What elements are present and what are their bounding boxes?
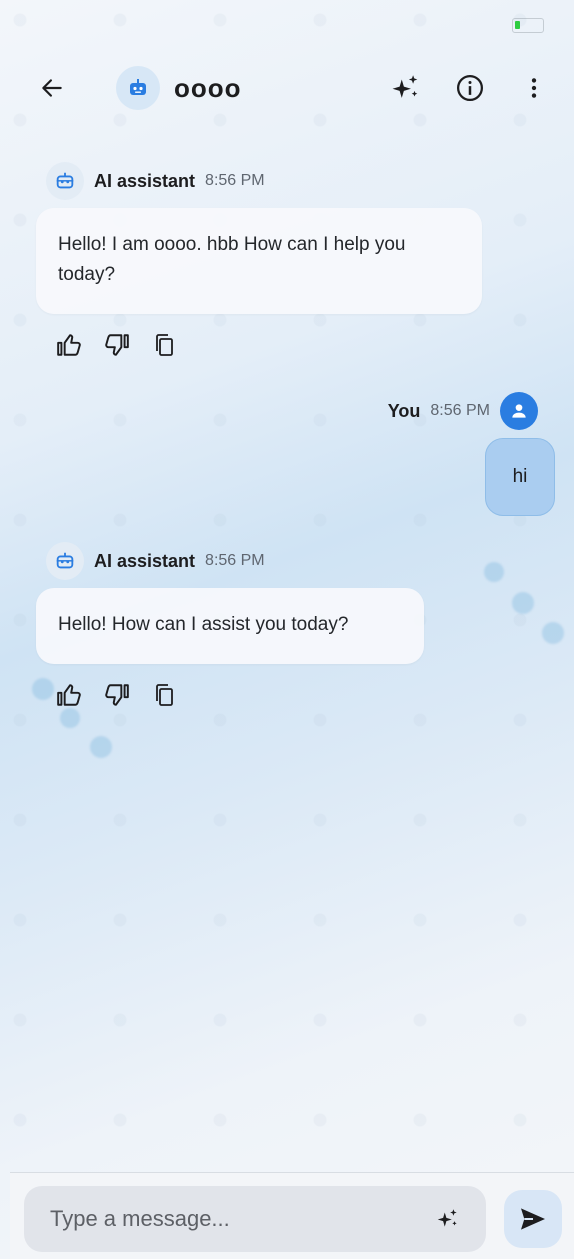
message-input[interactable] bbox=[48, 1205, 434, 1233]
message-header: AI assistant 8:56 PM bbox=[46, 542, 265, 580]
assistant-message-bubble: Hello! I am oooo. hbb How can I help you… bbox=[36, 208, 482, 314]
send-icon bbox=[521, 1208, 545, 1230]
more-vert-icon bbox=[531, 78, 537, 98]
like-button[interactable] bbox=[56, 332, 82, 358]
status-bar bbox=[0, 0, 574, 50]
assistant-avatar bbox=[46, 542, 84, 580]
copy-button[interactable] bbox=[152, 682, 178, 708]
info-button[interactable] bbox=[448, 66, 492, 110]
info-icon bbox=[457, 75, 483, 101]
robot-icon bbox=[56, 552, 74, 569]
app-bar: oooo bbox=[0, 52, 574, 124]
sparkle-button[interactable] bbox=[384, 66, 428, 110]
app-bar-actions bbox=[384, 66, 556, 110]
background-dot bbox=[90, 736, 112, 758]
assistant-message-bubble: Hello! How can I assist you today? bbox=[36, 588, 424, 664]
dislike-button[interactable] bbox=[104, 332, 130, 358]
message-header: You 8:56 PM bbox=[388, 392, 538, 430]
arrow-left-icon bbox=[42, 79, 62, 97]
ai-suggest-button[interactable] bbox=[434, 1205, 462, 1233]
chat-title: oooo bbox=[174, 72, 242, 103]
status-icons bbox=[512, 17, 544, 33]
user-message-bubble: hi bbox=[485, 438, 555, 516]
message-time: 8:56 PM bbox=[205, 552, 265, 569]
message-header: AI assistant 8:56 PM bbox=[46, 162, 265, 200]
sparkle-icon bbox=[392, 75, 418, 98]
robot-icon bbox=[56, 172, 74, 189]
thumb-up-icon bbox=[57, 684, 81, 706]
user-avatar bbox=[500, 392, 538, 430]
message-input-container bbox=[24, 1186, 486, 1252]
background-dot bbox=[32, 678, 54, 700]
message-actions bbox=[56, 682, 178, 708]
back-button[interactable] bbox=[30, 66, 74, 110]
thumb-up-icon bbox=[57, 334, 81, 356]
person-icon bbox=[512, 404, 526, 418]
message-time: 8:56 PM bbox=[205, 172, 265, 189]
thumb-down-icon bbox=[105, 334, 129, 356]
copy-icon bbox=[156, 334, 173, 356]
sender-name: AI assistant bbox=[94, 170, 196, 191]
battery-icon bbox=[512, 17, 544, 33]
sender-name: AI assistant bbox=[94, 550, 196, 571]
background-dot bbox=[542, 622, 564, 644]
message-actions bbox=[56, 332, 178, 358]
dislike-button[interactable] bbox=[104, 682, 130, 708]
copy-button[interactable] bbox=[152, 332, 178, 358]
more-button[interactable] bbox=[512, 66, 556, 110]
sparkle-icon bbox=[437, 1209, 457, 1227]
background-dot bbox=[512, 592, 534, 614]
message-time: 8:56 PM bbox=[430, 402, 490, 419]
sender-name: You bbox=[387, 400, 421, 421]
assistant-avatar bbox=[46, 162, 84, 200]
background-dot bbox=[60, 708, 80, 728]
background-dot bbox=[484, 562, 504, 582]
like-button[interactable] bbox=[56, 682, 82, 708]
assistant-avatar bbox=[116, 66, 160, 110]
thumb-down-icon bbox=[105, 684, 129, 706]
send-button[interactable] bbox=[504, 1190, 562, 1248]
copy-icon bbox=[156, 684, 173, 706]
chat-screen: oooo AI assistant 8:56 PM Hello! I am oo… bbox=[0, 0, 574, 1259]
robot-icon bbox=[130, 79, 146, 95]
